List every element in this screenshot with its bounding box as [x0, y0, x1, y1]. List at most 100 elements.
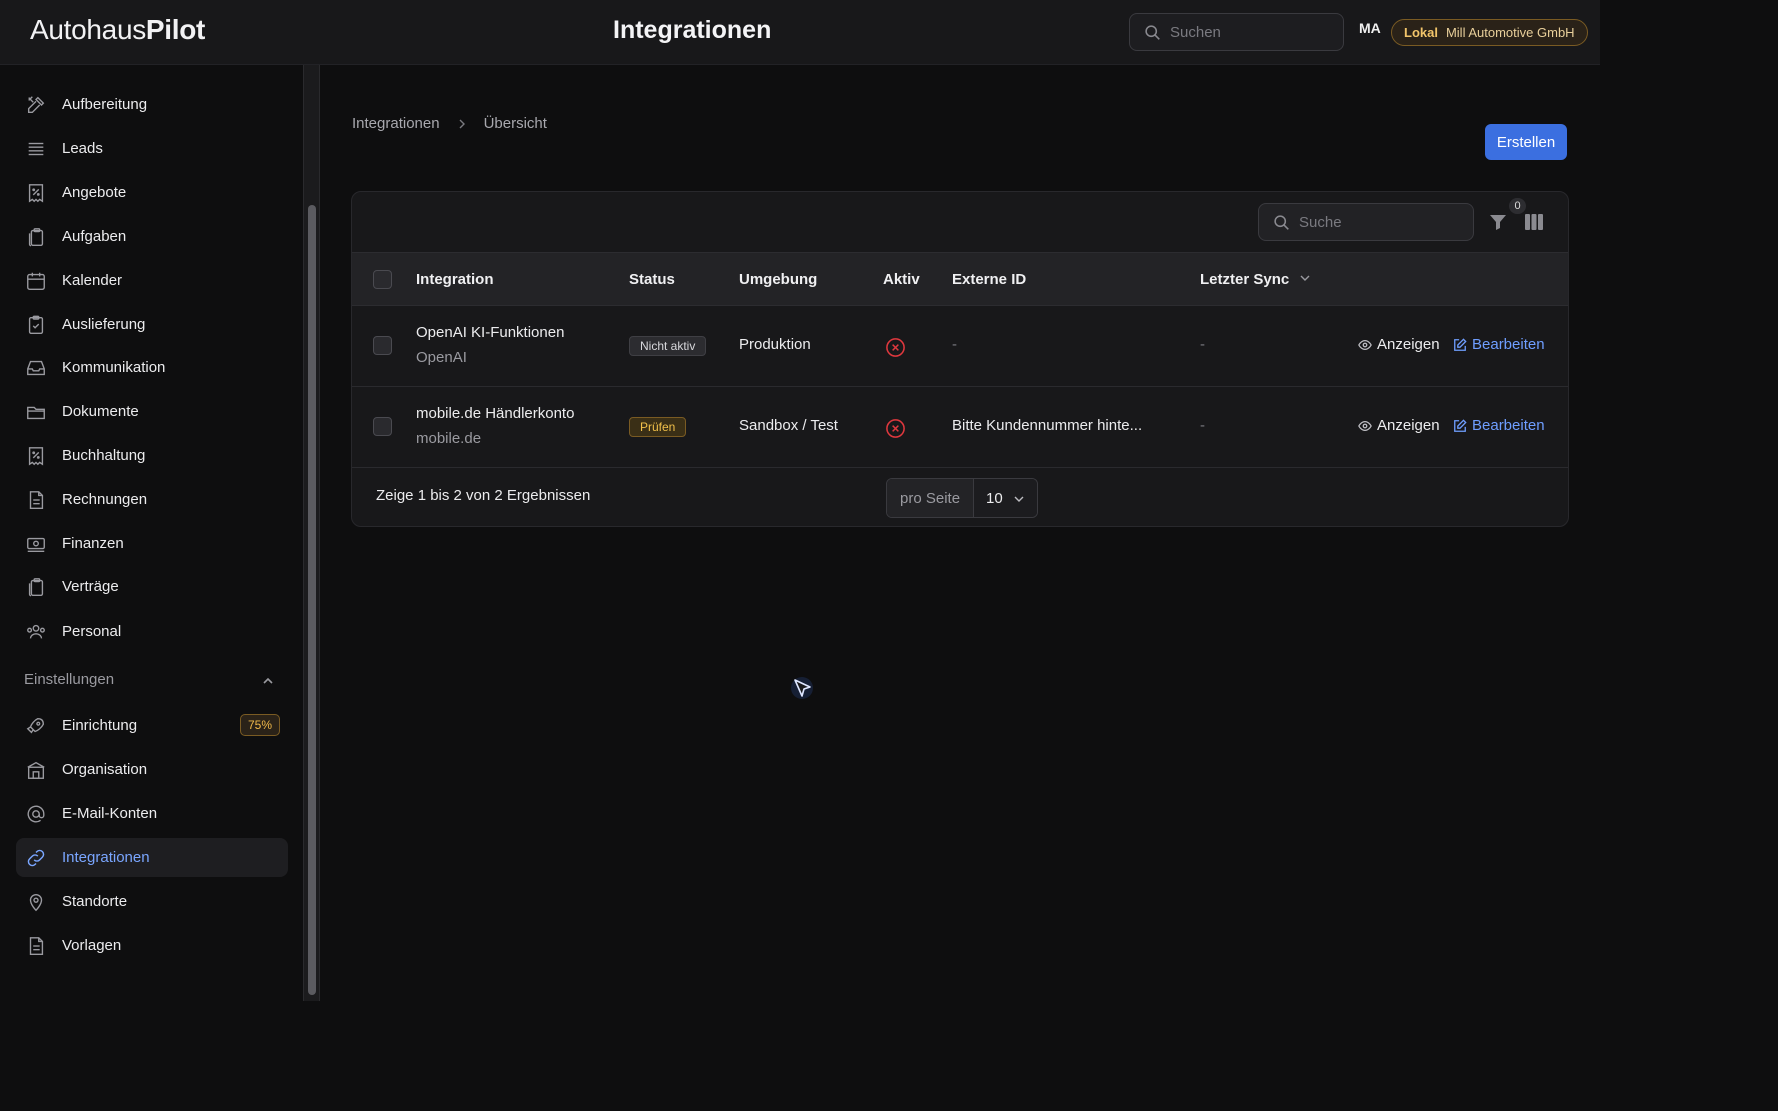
- sidebar-item-leads[interactable]: Leads: [16, 129, 288, 168]
- scrollbar-thumb[interactable]: [308, 205, 316, 995]
- sidebar-item-kalender[interactable]: Kalender: [16, 261, 288, 300]
- chevron-right-icon: [459, 119, 465, 128]
- sidebar-item-integrationen[interactable]: Integrationen: [16, 838, 288, 877]
- sidebar-item-label: Buchhaltung: [62, 447, 146, 464]
- sidebar-item-label: Auslieferung: [62, 316, 146, 333]
- sidebar-item-vorlagen[interactable]: Vorlagen: [16, 926, 288, 965]
- avatar[interactable]: MA: [1359, 20, 1381, 36]
- last-sync-cell: -: [1200, 417, 1205, 434]
- columns-icon[interactable]: [1524, 212, 1544, 232]
- row-checkbox[interactable]: [373, 417, 392, 436]
- status-badge: Prüfen: [629, 417, 687, 437]
- integration-provider: OpenAI: [416, 349, 467, 366]
- calendar-icon: [25, 270, 47, 292]
- sidebar-item-label: Finanzen: [62, 535, 124, 552]
- eye-icon: [1358, 420, 1372, 431]
- view-label: Anzeigen: [1377, 336, 1440, 353]
- last-sync-cell: -: [1200, 336, 1205, 353]
- row-checkbox[interactable]: [373, 336, 392, 355]
- column-status[interactable]: Status: [629, 271, 675, 288]
- global-search[interactable]: [1129, 13, 1344, 51]
- organization-label: Mill Automotive GmbH: [1445, 25, 1575, 40]
- sidebar-item-kommunikation[interactable]: Kommunikation: [16, 348, 288, 387]
- sidebar-item-buchhaltung[interactable]: Buchhaltung: [16, 436, 288, 475]
- table-row[interactable]: mobile.de Händlerkonto mobile.de Prüfen …: [352, 387, 1568, 468]
- sidebar-item-label: Integrationen: [62, 849, 150, 866]
- x-circle-icon: [886, 338, 905, 357]
- sidebar-item-rechnungen[interactable]: Rechnungen: [16, 480, 288, 519]
- sidebar-scrollbar[interactable]: [303, 65, 320, 1001]
- list-icon: [25, 138, 47, 160]
- global-search-input[interactable]: [1170, 23, 1343, 41]
- sidebar-item-finanzen[interactable]: Finanzen: [16, 524, 288, 563]
- sidebar-item-aufgaben[interactable]: Aufgaben: [16, 217, 288, 256]
- edit-button[interactable]: Bearbeiten: [1453, 336, 1545, 353]
- table-row[interactable]: OpenAI KI-Funktionen OpenAI Nicht aktiv …: [352, 306, 1568, 387]
- at-sign-icon: [25, 803, 47, 825]
- sidebar-item-label: Vorlagen: [62, 937, 122, 954]
- view-button[interactable]: Anzeigen: [1358, 336, 1440, 353]
- sidebar-item-angebote[interactable]: Angebote: [16, 173, 288, 212]
- column-environment[interactable]: Umgebung: [739, 271, 817, 288]
- mouse-cursor-icon: [791, 677, 813, 699]
- settings-section-label[interactable]: Einstellungen: [24, 671, 114, 688]
- integration-provider: mobile.de: [416, 430, 482, 447]
- banknotes-icon: [25, 533, 47, 555]
- breadcrumb-link[interactable]: Integrationen: [352, 115, 440, 132]
- pencil-square-icon: [1454, 418, 1467, 432]
- create-button[interactable]: Erstellen: [1485, 124, 1567, 160]
- column-last-sync-label: Letzter Sync: [1200, 271, 1290, 288]
- breadcrumb: Integrationen Übersicht: [352, 115, 547, 132]
- sidebar-item-organisation[interactable]: Organisation: [16, 750, 288, 789]
- tools-icon: [25, 94, 47, 116]
- table-search[interactable]: [1258, 203, 1474, 241]
- document-icon: [25, 489, 47, 511]
- sidebar-item-vertraege[interactable]: Verträge: [16, 567, 288, 606]
- search-icon: [1145, 25, 1160, 40]
- edit-button[interactable]: Bearbeiten: [1453, 417, 1545, 434]
- chevron-down-icon: [1300, 275, 1310, 281]
- sidebar-item-standorte[interactable]: Standorte: [16, 882, 288, 921]
- sidebar-item-label: Personal: [62, 623, 122, 640]
- column-last-sync[interactable]: Letzter Sync: [1200, 271, 1311, 288]
- clipboard-stack-icon: [25, 576, 47, 598]
- edit-label: Bearbeiten: [1472, 417, 1545, 434]
- map-pin-icon: [25, 891, 47, 913]
- integration-name: OpenAI KI-Funktionen: [416, 324, 565, 341]
- document-icon: [25, 935, 47, 957]
- sidebar-item-einrichtung[interactable]: Einrichtung 75%: [16, 706, 288, 745]
- filter-icon[interactable]: [1488, 212, 1508, 232]
- column-external-id[interactable]: Externe ID: [952, 271, 1026, 288]
- environment-label: Lokal: [1404, 25, 1438, 40]
- view-button[interactable]: Anzeigen: [1358, 417, 1440, 434]
- chevron-up-icon[interactable]: [260, 673, 276, 689]
- sidebar-item-label: E-Mail-Konten: [62, 805, 158, 822]
- environment-badge[interactable]: Lokal Mill Automotive GmbH: [1391, 19, 1588, 46]
- sidebar-item-label: Leads: [62, 140, 103, 157]
- per-page-dropdown[interactable]: 10: [974, 479, 1038, 517]
- inbox-icon: [25, 357, 47, 379]
- external-id-cell: Bitte Kundennummer hinte...: [952, 417, 1143, 434]
- eye-icon: [1358, 339, 1372, 350]
- top-bar: AutohausPilot Integrationen MA Lokal Mil…: [0, 0, 1600, 65]
- breadcrumb-current: Übersicht: [483, 115, 547, 132]
- app-logo[interactable]: AutohausPilot: [30, 14, 205, 46]
- sidebar-item-email-konten[interactable]: E-Mail-Konten: [16, 794, 288, 833]
- table-search-input[interactable]: [1299, 213, 1473, 231]
- sidebar-item-aufbereitung[interactable]: Aufbereitung: [16, 85, 288, 124]
- sidebar-item-label: Einrichtung: [62, 717, 138, 734]
- column-active[interactable]: Aktiv: [883, 271, 920, 288]
- sidebar: Aufbereitung Leads Angebote Aufgaben Kal…: [0, 65, 302, 1001]
- column-integration[interactable]: Integration: [416, 271, 494, 288]
- per-page-select[interactable]: pro Seite 10: [886, 478, 1039, 518]
- sidebar-item-auslieferung[interactable]: Auslieferung: [16, 305, 288, 344]
- x-circle-icon: [886, 419, 905, 438]
- per-page-label: pro Seite: [887, 479, 975, 517]
- sidebar-item-label: Standorte: [62, 893, 128, 910]
- per-page-value: 10: [986, 489, 1003, 507]
- sidebar-item-personal[interactable]: Personal: [16, 612, 288, 651]
- sidebar-item-label: Verträge: [62, 578, 119, 595]
- sidebar-item-dokumente[interactable]: Dokumente: [16, 392, 288, 431]
- results-summary: Zeige 1 bis 2 von 2 Ergebnissen: [376, 487, 591, 504]
- select-all-checkbox[interactable]: [373, 270, 392, 289]
